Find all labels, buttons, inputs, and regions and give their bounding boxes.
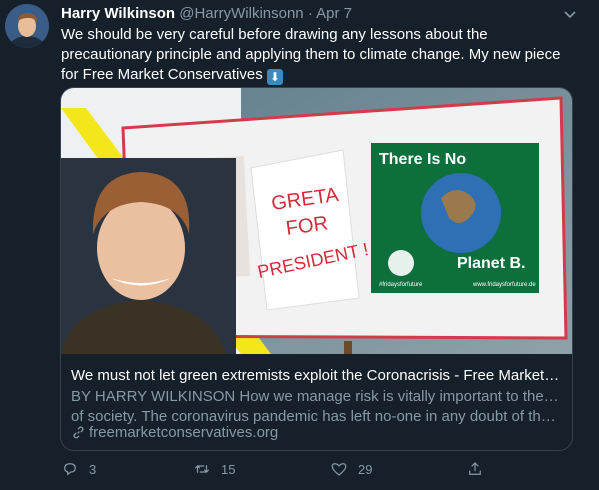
reply-button[interactable]: 3 — [61, 460, 96, 478]
tweet-header: Harry Wilkinson @HarryWilkinsonn · Apr 7 — [61, 4, 352, 24]
reply-count: 3 — [89, 461, 97, 477]
poster-url: www.fridaysforfuture.de — [472, 282, 536, 288]
tweet[interactable]: Harry Wilkinson @HarryWilkinsonn · Apr 7… — [0, 0, 599, 490]
poster-top-text: There Is No — [379, 151, 466, 168]
poster-hashtag: #fridaysforfuture — [379, 282, 423, 288]
like-button[interactable]: 29 — [330, 460, 372, 478]
tweet-text: We should be very careful before drawing… — [61, 25, 581, 85]
card-title[interactable]: We must not let green extremists exploit… — [71, 366, 561, 386]
share-icon — [469, 462, 481, 475]
poster-bottom-text: Planet B. — [457, 255, 525, 272]
avatar-image — [5, 4, 49, 48]
separator-dot: · — [307, 5, 313, 22]
heart-icon — [331, 463, 347, 476]
card-domain[interactable]: freemarketconservatives.org — [71, 423, 278, 443]
author-handle[interactable]: @HarryWilkinsonn — [179, 5, 303, 22]
tweet-body: We should be very careful before drawing… — [61, 26, 561, 83]
link-preview-card[interactable]: GRETA FOR PRESIDENT ! There Is No Planet… — [60, 87, 573, 451]
avatar[interactable] — [5, 4, 49, 48]
like-count: 29 — [358, 461, 373, 477]
down-arrow-emoji-icon: ⬇ — [266, 69, 283, 85]
card-description: BY HARRY WILKINSON How we manage risk is… — [71, 387, 561, 427]
tweet-date[interactable]: Apr 7 — [316, 5, 352, 22]
card-domain-text: freemarketconservatives.org — [89, 424, 279, 441]
card-image-graphic: GRETA FOR PRESIDENT ! There Is No Planet… — [61, 88, 572, 354]
card-description-line-1: BY HARRY WILKINSON How we manage risk is… — [71, 388, 561, 405]
retweet-icon — [194, 465, 210, 473]
link-icon — [73, 426, 84, 439]
share-button[interactable] — [466, 460, 494, 478]
tweet-actions: 3 15 29 — [0, 460, 599, 480]
retweet-count: 15 — [221, 461, 236, 477]
card-image[interactable]: GRETA FOR PRESIDENT ! There Is No Planet… — [61, 88, 572, 354]
author-name[interactable]: Harry Wilkinson — [61, 5, 175, 22]
chevron-down-icon[interactable] — [562, 6, 578, 22]
reply-icon — [64, 463, 76, 476]
retweet-button[interactable]: 15 — [193, 460, 235, 478]
